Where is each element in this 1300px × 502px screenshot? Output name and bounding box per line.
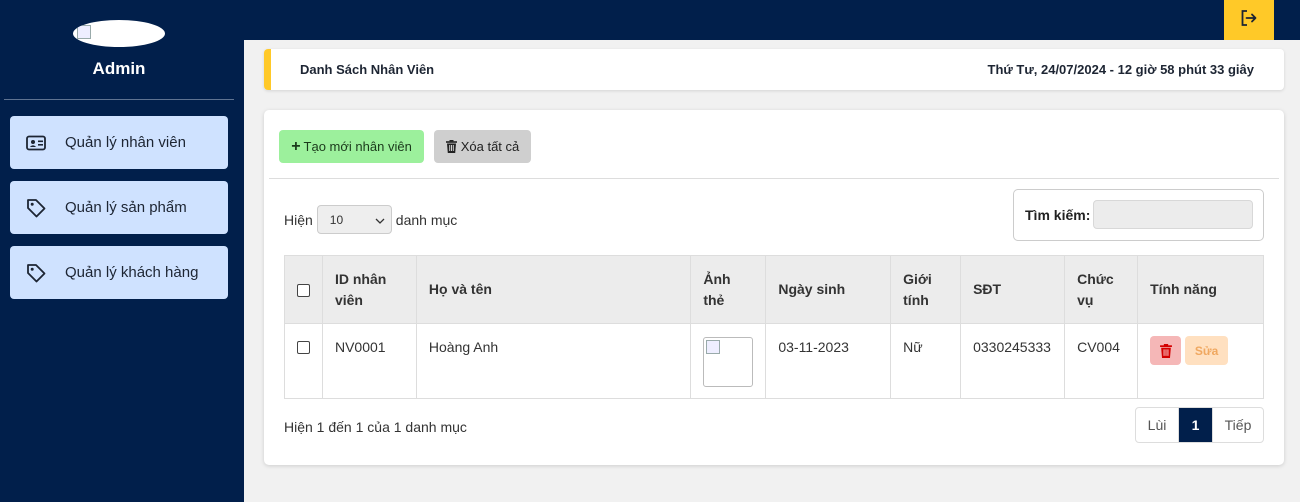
cell-position: CV004	[1064, 323, 1139, 399]
next-page-button[interactable]: Tiếp	[1212, 408, 1263, 442]
sidebar-divider	[4, 99, 234, 100]
sidebar-item-customers[interactable]: Quản lý khách hàng	[10, 246, 228, 299]
edit-row-button[interactable]: Sửa	[1185, 336, 1229, 365]
cell-actions: Sửa	[1137, 323, 1264, 399]
create-employee-label: Tạo mới nhân viên	[303, 139, 412, 154]
search-box: Tìm kiếm:	[1013, 189, 1264, 241]
delete-row-button[interactable]	[1150, 336, 1182, 365]
table-row: NV0001 Hoàng Anh 03-11-2023 Nữ 033024533…	[284, 323, 1264, 399]
col-header-birth[interactable]: Ngày sinh	[765, 255, 892, 324]
page-size-value: 10	[329, 212, 344, 227]
col-header-name[interactable]: Họ và tên	[415, 255, 692, 324]
col-header-gender[interactable]: Giới tính	[890, 255, 962, 324]
broken-image-icon	[77, 25, 91, 39]
avatar	[73, 20, 165, 47]
header-accent	[264, 49, 271, 90]
user-name: Admin	[92, 59, 146, 78]
select-all-cell	[284, 255, 323, 324]
pagination-info: Hiện 1 đến 1 của 1 danh mục	[284, 419, 467, 435]
cell-gender: Nữ	[890, 323, 962, 399]
sidebar-item-label: Quản lý nhân viên	[65, 134, 186, 151]
page-header: Danh Sách Nhân Viên Thứ Tư, 24/07/2024 -…	[264, 49, 1284, 90]
page-1-button[interactable]: 1	[1179, 408, 1212, 442]
cell-birth: 03-11-2023	[765, 323, 892, 399]
trash-icon	[445, 140, 457, 153]
topbar	[244, 0, 1300, 40]
employee-table: ID nhân viên Họ và tên Ảnh thẻ Ngày sinh…	[284, 255, 1264, 399]
delete-all-button[interactable]: Xóa tất cả	[434, 130, 531, 163]
search-input[interactable]	[1093, 200, 1253, 229]
col-header-position[interactable]: Chức vụ	[1064, 255, 1139, 324]
sidebar-item-label: Quản lý sản phẩm	[65, 199, 187, 216]
tag-icon	[26, 198, 46, 218]
pagination: Lùi 1 Tiếp	[1135, 407, 1264, 443]
cell-phone: 0330245333	[960, 323, 1066, 399]
select-all-checkbox[interactable]	[297, 283, 310, 297]
employee-list-card: + Tạo mới nhân viên Xóa tất cả Hiện 10 d…	[264, 110, 1284, 465]
row-checkbox[interactable]	[297, 340, 310, 354]
tag-icon	[26, 263, 46, 283]
cell-name: Hoàng Anh	[415, 323, 692, 399]
sidebar-item-products[interactable]: Quản lý sản phẩm	[10, 181, 228, 234]
col-header-actions: Tính năng	[1137, 255, 1264, 324]
page-size-select[interactable]: 10	[316, 205, 392, 234]
plus-icon: +	[291, 137, 301, 155]
cell-id: NV0001	[321, 323, 417, 399]
col-header-id[interactable]: ID nhân viên	[321, 255, 417, 324]
page-size-control: Hiện 10 danh mục	[284, 205, 457, 234]
search-label: Tìm kiếm:	[1025, 207, 1091, 223]
chevron-down-icon	[375, 213, 385, 227]
show-prefix: Hiện	[284, 211, 313, 228]
logout-button[interactable]	[1224, 0, 1274, 40]
trash-icon	[1159, 343, 1172, 358]
employee-photo	[703, 337, 754, 387]
logout-icon	[1240, 9, 1258, 32]
divider	[269, 178, 1279, 179]
cell-photo	[690, 323, 767, 399]
row-select-cell	[284, 323, 323, 399]
page-title: Danh Sách Nhân Viên	[300, 62, 435, 77]
create-employee-button[interactable]: + Tạo mới nhân viên	[279, 130, 424, 163]
sidebar-item-employees[interactable]: Quản lý nhân viên	[10, 116, 228, 169]
col-header-photo[interactable]: Ảnh thẻ	[690, 255, 767, 324]
current-datetime: Thứ Tư, 24/07/2024 - 12 giờ 58 phút 33 g…	[987, 62, 1255, 77]
id-card-icon	[26, 133, 46, 153]
sidebar-item-label: Quản lý khách hàng	[65, 264, 199, 281]
broken-image-icon	[706, 340, 721, 354]
show-suffix: danh mục	[395, 211, 458, 228]
table-header-row: ID nhân viên Họ và tên Ảnh thẻ Ngày sinh…	[284, 255, 1264, 324]
delete-all-label: Xóa tất cả	[460, 139, 520, 154]
sidebar: Admin Quản lý nhân viên Quản lý sản phẩm…	[0, 0, 244, 502]
prev-page-button[interactable]: Lùi	[1136, 408, 1179, 442]
col-header-phone[interactable]: SĐT	[960, 255, 1066, 324]
